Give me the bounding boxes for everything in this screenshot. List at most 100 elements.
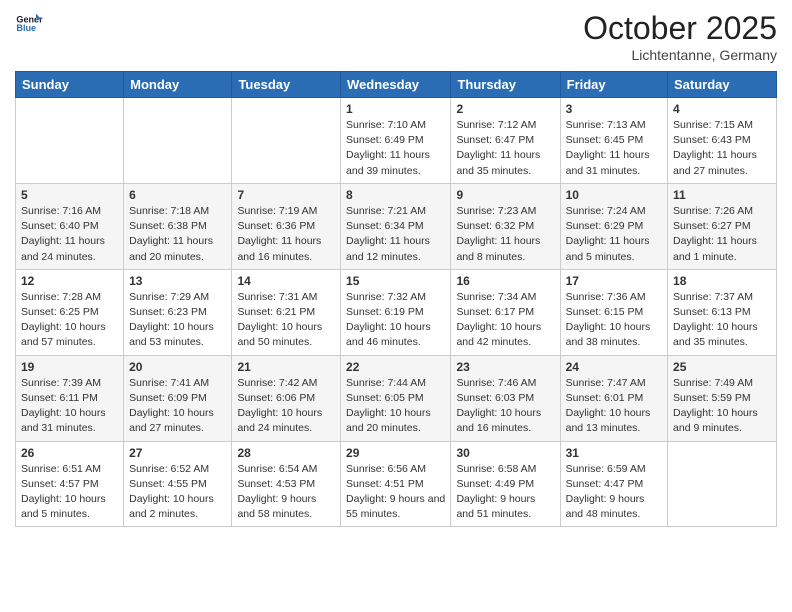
day-number: 31 [566,446,662,460]
day-info: Sunrise: 7:44 AM Sunset: 6:05 PM Dayligh… [346,376,445,437]
day-number: 1 [346,102,445,116]
day-info: Sunrise: 7:15 AM Sunset: 6:43 PM Dayligh… [673,118,771,179]
day-info: Sunrise: 6:59 AM Sunset: 4:47 PM Dayligh… [566,462,662,523]
day-cell: 22 Sunrise: 7:44 AM Sunset: 6:05 PM Dayli… [341,355,451,441]
weekday-header-thursday: Thursday [451,72,560,98]
day-info: Sunrise: 6:51 AM Sunset: 4:57 PM Dayligh… [21,462,118,523]
day-cell: 20 Sunrise: 7:41 AM Sunset: 6:09 PM Dayli… [124,355,232,441]
day-number: 2 [456,102,554,116]
day-info: Sunrise: 7:31 AM Sunset: 6:21 PM Dayligh… [237,290,335,351]
day-number: 16 [456,274,554,288]
day-number: 5 [21,188,118,202]
day-number: 23 [456,360,554,374]
day-number: 13 [129,274,226,288]
day-info: Sunrise: 6:58 AM Sunset: 4:49 PM Dayligh… [456,462,554,523]
day-cell [124,98,232,184]
day-number: 26 [21,446,118,460]
day-info: Sunrise: 7:37 AM Sunset: 6:13 PM Dayligh… [673,290,771,351]
week-row-4: 19Sunrise: 7:39 AM Sunset: 6:11 PM Dayli… [16,355,777,441]
day-cell: 13 Sunrise: 7:29 AM Sunset: 6:23 PM Dayli… [124,269,232,355]
day-info: Sunrise: 7:13 AM Sunset: 6:45 PM Dayligh… [566,118,662,179]
day-info: Sunrise: 7:24 AM Sunset: 6:29 PM Dayligh… [566,204,662,265]
day-cell: 25 Sunrise: 7:49 AM Sunset: 5:59 PM Dayli… [668,355,777,441]
day-info: Sunrise: 7:42 AM Sunset: 6:06 PM Dayligh… [237,376,335,437]
weekday-header-sunday: Sunday [16,72,124,98]
day-cell: 17Sunrise: 7:36 AM Sunset: 6:15 PM Dayli… [560,269,667,355]
day-number: 25 [673,360,771,374]
day-number: 11 [673,188,771,202]
day-number: 24 [566,360,662,374]
day-number: 21 [237,360,335,374]
day-cell: 15Sunrise: 7:32 AM Sunset: 6:19 PM Dayli… [341,269,451,355]
week-row-1: 1 Sunrise: 7:10 AM Sunset: 6:49 PM Daylig… [16,98,777,184]
week-row-3: 12 Sunrise: 7:28 AM Sunset: 6:25 PM Dayli… [16,269,777,355]
day-info: Sunrise: 6:54 AM Sunset: 4:53 PM Dayligh… [237,462,335,523]
day-number: 30 [456,446,554,460]
logo-icon: General Blue [15,10,43,38]
day-cell: 12 Sunrise: 7:28 AM Sunset: 6:25 PM Dayli… [16,269,124,355]
day-number: 8 [346,188,445,202]
title-block: October 2025 Lichtentanne, Germany [583,10,777,63]
day-cell: 7 Sunrise: 7:19 AM Sunset: 6:36 PM Daylig… [232,183,341,269]
day-info: Sunrise: 7:21 AM Sunset: 6:34 PM Dayligh… [346,204,445,265]
day-cell: 10 Sunrise: 7:24 AM Sunset: 6:29 PM Dayli… [560,183,667,269]
day-cell [668,441,777,527]
day-cell: 8 Sunrise: 7:21 AM Sunset: 6:34 PM Daylig… [341,183,451,269]
month-title: October 2025 [583,10,777,47]
day-cell [232,98,341,184]
day-info: Sunrise: 7:10 AM Sunset: 6:49 PM Dayligh… [346,118,445,179]
day-info: Sunrise: 7:18 AM Sunset: 6:38 PM Dayligh… [129,204,226,265]
day-number: 29 [346,446,445,460]
weekday-header-saturday: Saturday [668,72,777,98]
weekday-header-row: SundayMondayTuesdayWednesdayThursdayFrid… [16,72,777,98]
day-info: Sunrise: 7:49 AM Sunset: 5:59 PM Dayligh… [673,376,771,437]
day-number: 18 [673,274,771,288]
day-info: Sunrise: 7:41 AM Sunset: 6:09 PM Dayligh… [129,376,226,437]
day-cell: 24 Sunrise: 7:47 AM Sunset: 6:01 PM Dayli… [560,355,667,441]
day-info: Sunrise: 7:23 AM Sunset: 6:32 PM Dayligh… [456,204,554,265]
location: Lichtentanne, Germany [583,47,777,63]
weekday-header-wednesday: Wednesday [341,72,451,98]
day-info: Sunrise: 7:47 AM Sunset: 6:01 PM Dayligh… [566,376,662,437]
day-number: 17 [566,274,662,288]
day-cell: 5Sunrise: 7:16 AM Sunset: 6:40 PM Daylig… [16,183,124,269]
day-cell: 3 Sunrise: 7:13 AM Sunset: 6:45 PM Daylig… [560,98,667,184]
day-number: 4 [673,102,771,116]
week-row-5: 26 Sunrise: 6:51 AM Sunset: 4:57 PM Dayli… [16,441,777,527]
weekday-header-tuesday: Tuesday [232,72,341,98]
day-number: 22 [346,360,445,374]
day-number: 20 [129,360,226,374]
week-row-2: 5Sunrise: 7:16 AM Sunset: 6:40 PM Daylig… [16,183,777,269]
day-cell: 21 Sunrise: 7:42 AM Sunset: 6:06 PM Dayli… [232,355,341,441]
day-number: 27 [129,446,226,460]
day-info: Sunrise: 7:32 AM Sunset: 6:19 PM Dayligh… [346,290,445,351]
day-info: Sunrise: 7:46 AM Sunset: 6:03 PM Dayligh… [456,376,554,437]
day-info: Sunrise: 7:29 AM Sunset: 6:23 PM Dayligh… [129,290,226,351]
day-info: Sunrise: 7:39 AM Sunset: 6:11 PM Dayligh… [21,376,118,437]
calendar-table: SundayMondayTuesdayWednesdayThursdayFrid… [15,71,777,527]
day-cell: 27 Sunrise: 6:52 AM Sunset: 4:55 PM Dayli… [124,441,232,527]
day-number: 12 [21,274,118,288]
day-cell: 9Sunrise: 7:23 AM Sunset: 6:32 PM Daylig… [451,183,560,269]
logo: General Blue [15,10,43,38]
day-number: 10 [566,188,662,202]
weekday-header-monday: Monday [124,72,232,98]
day-info: Sunrise: 7:28 AM Sunset: 6:25 PM Dayligh… [21,290,118,351]
day-cell: 26 Sunrise: 6:51 AM Sunset: 4:57 PM Dayli… [16,441,124,527]
day-info: Sunrise: 7:19 AM Sunset: 6:36 PM Dayligh… [237,204,335,265]
day-cell: 11 Sunrise: 7:26 AM Sunset: 6:27 PM Dayli… [668,183,777,269]
day-info: Sunrise: 6:56 AM Sunset: 4:51 PM Dayligh… [346,462,445,523]
day-cell: 30 Sunrise: 6:58 AM Sunset: 4:49 PM Dayli… [451,441,560,527]
page-header: General Blue October 2025 Lichtentanne, … [15,10,777,63]
day-cell: 19Sunrise: 7:39 AM Sunset: 6:11 PM Dayli… [16,355,124,441]
day-number: 6 [129,188,226,202]
day-info: Sunrise: 7:26 AM Sunset: 6:27 PM Dayligh… [673,204,771,265]
day-cell: 6 Sunrise: 7:18 AM Sunset: 6:38 PM Daylig… [124,183,232,269]
day-number: 3 [566,102,662,116]
day-cell: 14 Sunrise: 7:31 AM Sunset: 6:21 PM Dayli… [232,269,341,355]
day-cell: 1 Sunrise: 7:10 AM Sunset: 6:49 PM Daylig… [341,98,451,184]
day-number: 7 [237,188,335,202]
day-info: Sunrise: 6:52 AM Sunset: 4:55 PM Dayligh… [129,462,226,523]
svg-text:Blue: Blue [16,23,36,33]
day-number: 14 [237,274,335,288]
